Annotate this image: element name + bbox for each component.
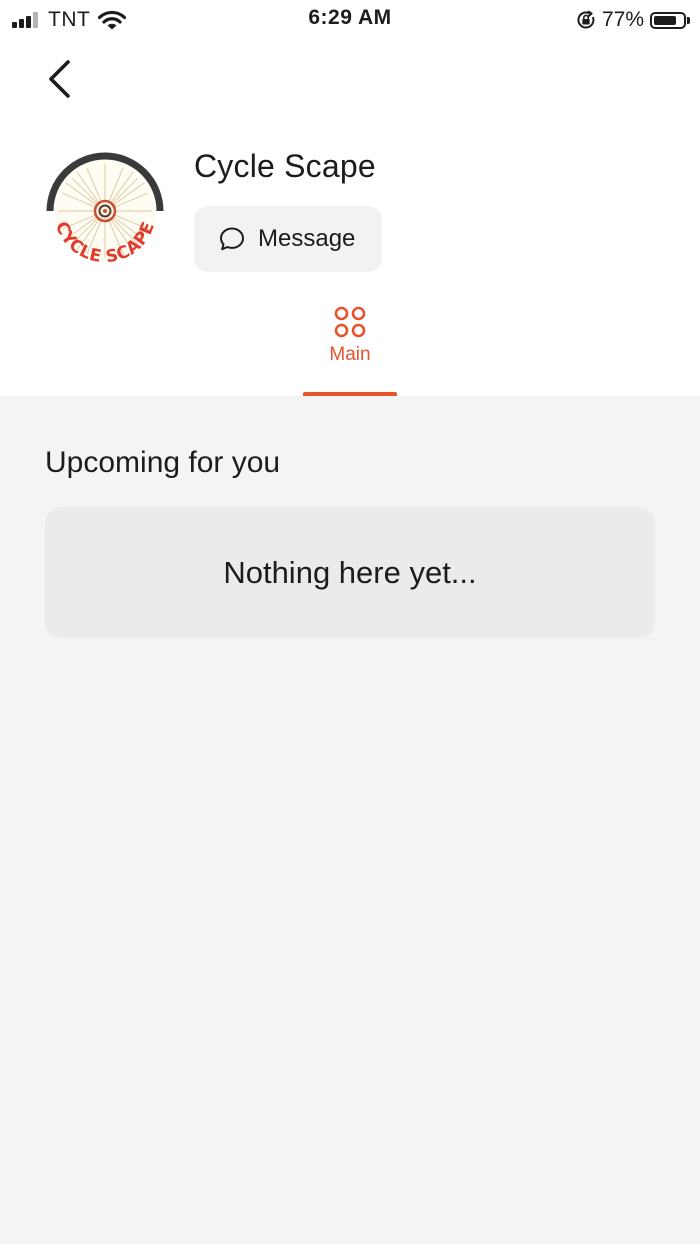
section-title: Upcoming for you [45,446,281,479]
orientation-lock-icon [577,10,595,29]
battery-percentage: 77% [601,8,644,31]
battery-level-fill [654,15,676,25]
empty-state-text: Nothing here yet... [223,554,477,590]
status-right: 77% [576,7,690,33]
battery-cap [687,16,690,24]
status-bar: TNT 6:29 AM 77% [0,0,700,40]
tab-main[interactable]: Main [303,306,397,396]
cycle-scape-logo: CYCLE SCAPE [46,152,164,267]
profile-header: TNT 6:29 AM 77% CYCLE SCAPE Cycle Scape … [0,0,700,396]
message-label: Message [258,225,356,252]
battery-icon [650,11,686,29]
avatar: CYCLE SCAPE [44,150,166,277]
back-button[interactable] [38,56,84,102]
chevron-left-icon [49,60,70,98]
tab-main-label: Main [329,344,371,365]
upcoming-empty-card: Nothing here yet... [45,507,655,638]
chat-bubble-icon [220,227,244,251]
grid-icon [334,306,366,338]
tab-active-indicator [303,392,397,396]
profile-name: Cycle Scape [194,148,376,184]
message-button[interactable]: Message [194,206,382,272]
